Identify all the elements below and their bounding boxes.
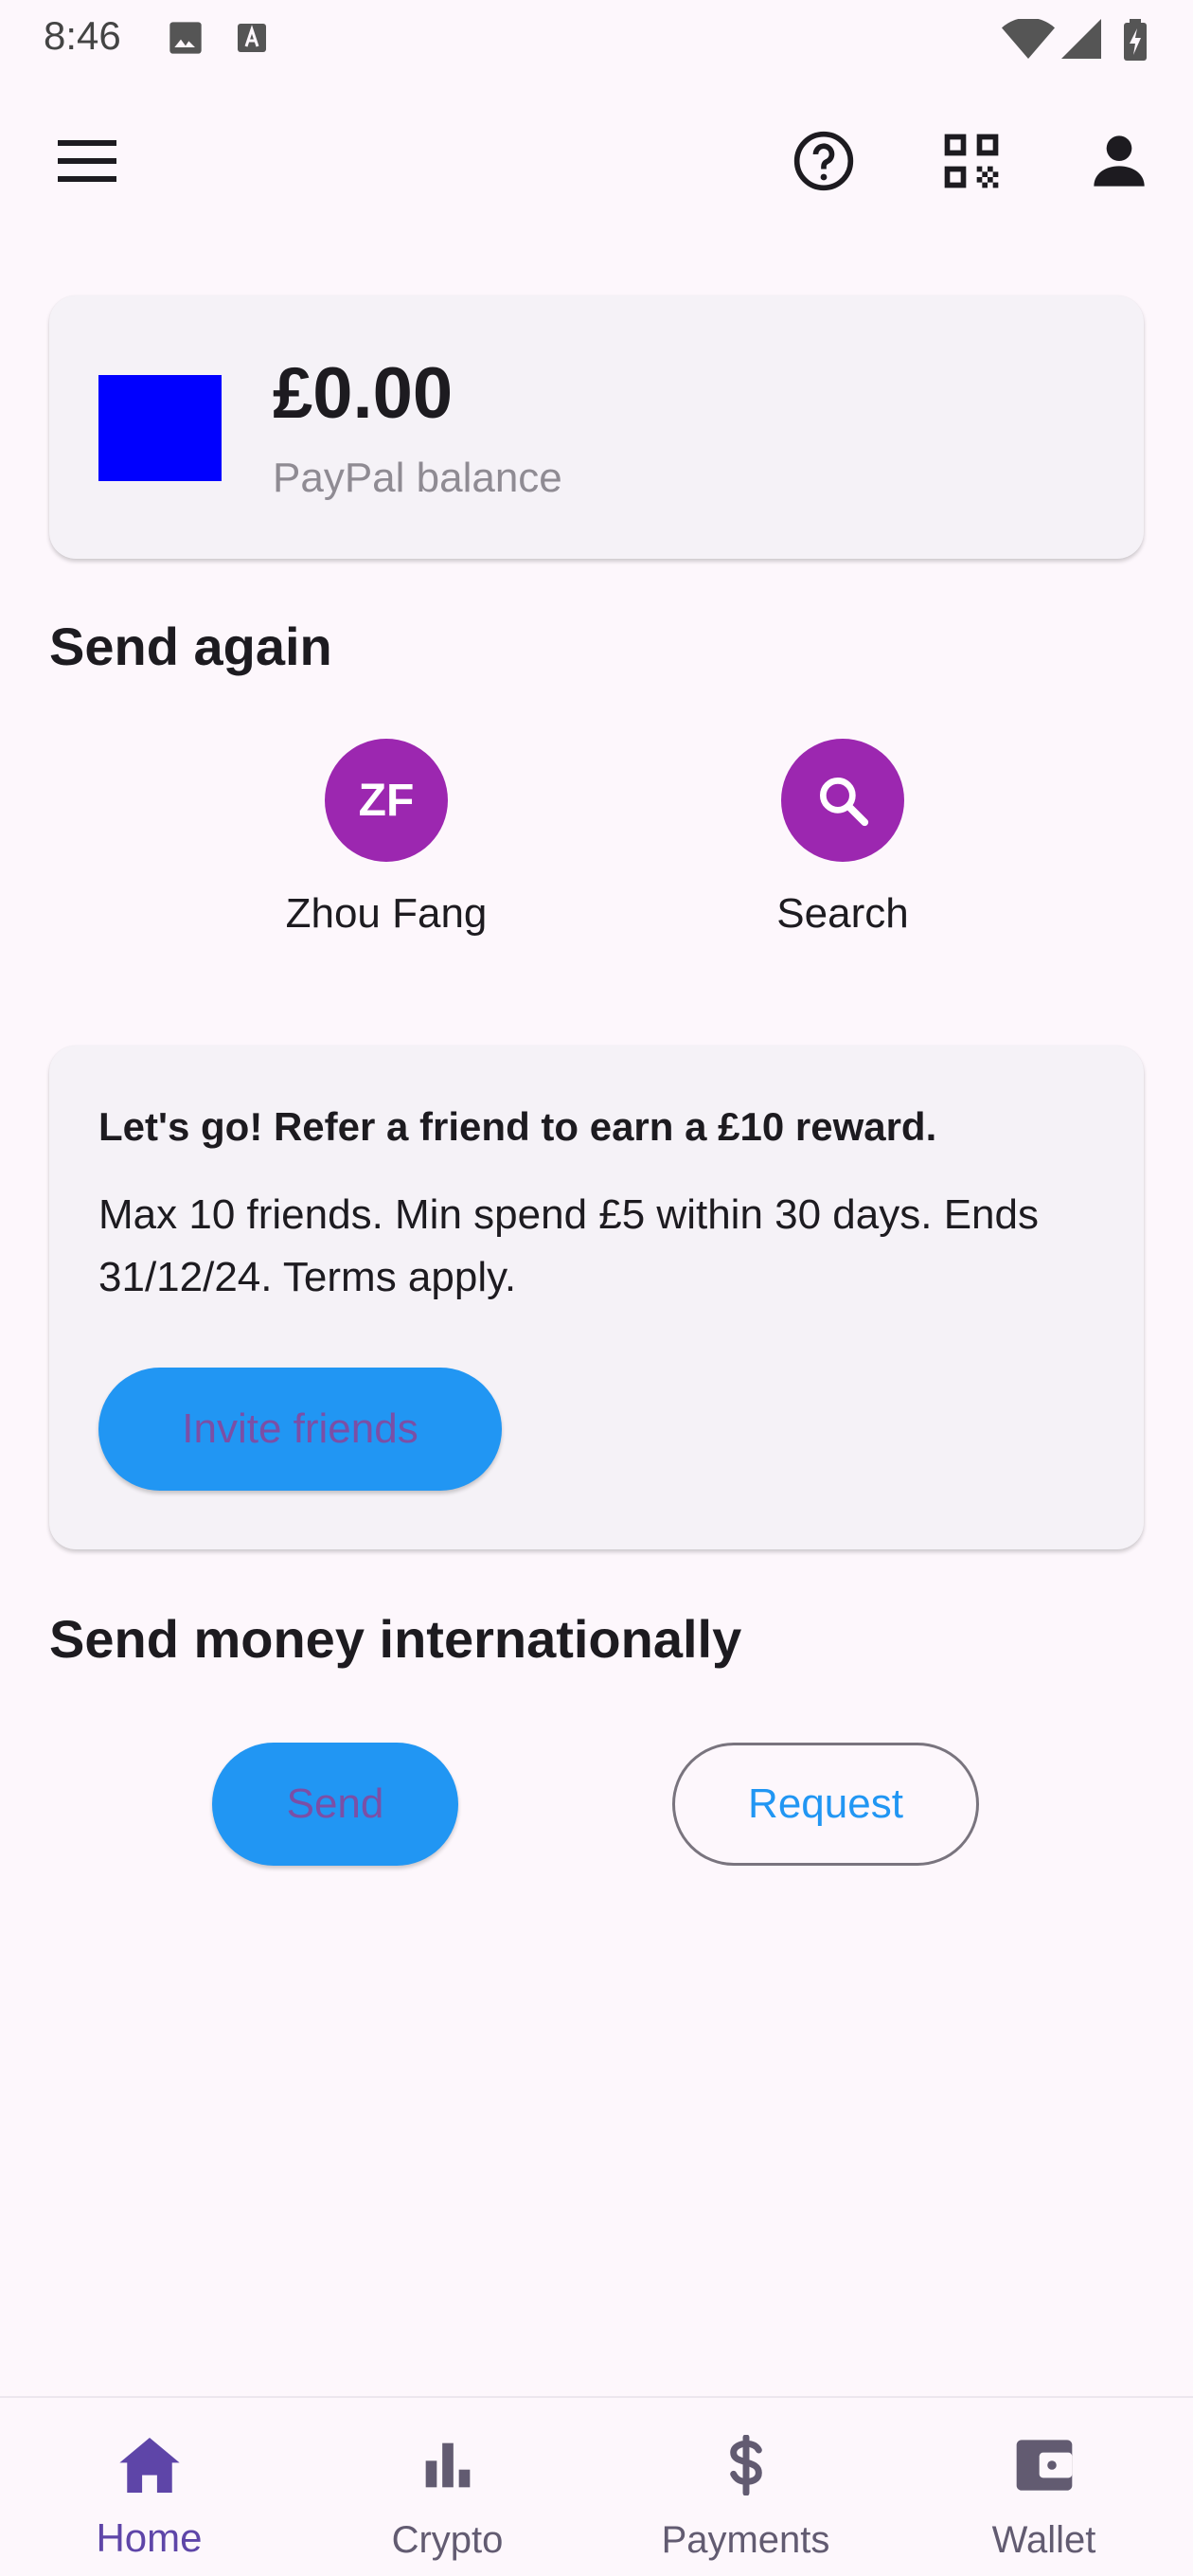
qr-code-icon[interactable] (934, 123, 1009, 199)
referral-card: Let's go! Refer a friend to earn a £10 r… (49, 1046, 1144, 1549)
status-bar: 8:46 (0, 0, 1193, 76)
nav-label: Wallet (991, 2519, 1096, 2561)
balance-card[interactable]: £0.00 PayPal balance (49, 295, 1144, 559)
search-label: Search (776, 890, 909, 937)
search-icon (781, 739, 904, 862)
top-app-bar (0, 104, 1193, 218)
bar-chart-icon (298, 2432, 596, 2498)
paypal-logo (98, 375, 222, 481)
battery-icon (1123, 19, 1148, 65)
invite-friends-button[interactable]: Invite friends (98, 1368, 502, 1491)
balance-label: PayPal balance (273, 455, 562, 501)
bottom-navigation: Home Crypto Payments Wallet (0, 2396, 1193, 2576)
nav-item-payments[interactable]: Payments (596, 2398, 895, 2576)
send-money-internationally-title: Send money internationally (49, 1609, 742, 1669)
avatar: ZF (325, 739, 448, 862)
nav-label: Payments (661, 2519, 830, 2561)
wallet-icon (895, 2432, 1193, 2498)
paypal-home-screen: 8:46 £0.00 PayPal balance Send again ZF … (0, 0, 1193, 2576)
contact-zhou-fang[interactable]: ZF Zhou Fang (244, 739, 528, 938)
image-icon (167, 19, 205, 62)
nav-label: Home (96, 2515, 203, 2560)
send-button[interactable]: Send (212, 1743, 458, 1866)
menu-icon[interactable] (49, 123, 125, 199)
text-a-icon (235, 19, 269, 62)
nav-item-crypto[interactable]: Crypto (298, 2398, 596, 2576)
status-time: 8:46 (44, 13, 121, 58)
nav-item-home[interactable]: Home (0, 2398, 298, 2576)
dollar-icon (596, 2432, 895, 2498)
signal-icon (1060, 19, 1102, 63)
wifi-icon (1002, 17, 1055, 63)
referral-title: Let's go! Refer a friend to earn a £10 r… (98, 1104, 937, 1149)
account-icon[interactable] (1081, 123, 1157, 199)
home-icon (0, 2432, 298, 2498)
referral-body: Max 10 friends. Min spend £5 within 30 d… (98, 1191, 1039, 1300)
balance-amount: £0.00 (273, 353, 454, 434)
nav-label: Crypto (391, 2519, 504, 2561)
contact-name: Zhou Fang (285, 890, 488, 937)
send-again-title: Send again (49, 617, 332, 676)
request-button[interactable]: Request (672, 1743, 979, 1866)
contact-search[interactable]: Search (701, 739, 985, 938)
nav-item-wallet[interactable]: Wallet (895, 2398, 1193, 2576)
help-icon[interactable] (786, 123, 862, 199)
